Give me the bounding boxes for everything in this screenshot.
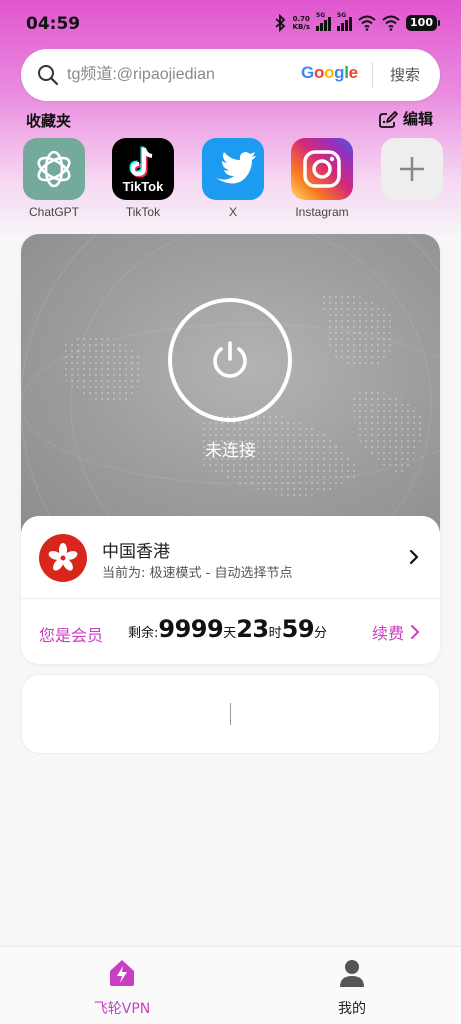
svg-text:TikTok: TikTok [123, 179, 164, 194]
nav-label-home: 飞轮VPN [93, 1001, 151, 1017]
status-bar: 04:59 0.70 KB/s 5G 5G 100 [0, 0, 461, 48]
renew-label: 续费 [371, 624, 404, 643]
favorite-label: Instagram [295, 205, 349, 219]
person-icon [340, 960, 364, 987]
member-status: 您是会员 [39, 626, 104, 645]
status-icons: 0.70 KB/s 5G 5G 100 [273, 12, 440, 32]
remaining-prefix: 剩余: [128, 626, 159, 641]
hong-kong-flag-icon [39, 534, 87, 582]
renew-button[interactable]: 续费 [372, 620, 420, 644]
favorite-label: ChatGPT [28, 205, 79, 219]
nav-item-home[interactable]: 飞轮VPN [67, 957, 177, 1018]
signal-icon-sim2: 5G [337, 12, 353, 31]
vpn-hero: 未连接 [21, 234, 440, 534]
edit-icon [379, 110, 398, 128]
nav-label-profile: 我的 [338, 1001, 366, 1017]
wifi-icon-secondary [382, 15, 400, 31]
search-icon [38, 65, 59, 86]
search-divider [372, 62, 373, 88]
favorite-instagram[interactable]: Instagram [287, 138, 357, 219]
favorites-title: 收藏夹 [26, 112, 72, 130]
remaining-minutes: 59 [281, 615, 315, 643]
info-divider [21, 598, 440, 599]
wifi-icon [358, 15, 376, 31]
vpn-card: 未连接 中国香港 当前为: 极速模式 - 自动选择节点 您是会员 剩余: 999… [21, 234, 440, 664]
search-bar[interactable]: Google 搜索 [21, 49, 440, 101]
battery-icon: 100 [406, 15, 440, 31]
bottom-navigation: 飞轮VPN 我的 [0, 946, 461, 1024]
sim2-network-tag: 5G [337, 12, 347, 19]
instagram-icon [291, 138, 353, 200]
chevron-right-icon [409, 549, 419, 565]
favorite-tiktok[interactable]: TikTok TikTok [108, 138, 178, 219]
twitter-bird-icon [202, 138, 264, 200]
favorite-label: TikTok [125, 205, 161, 219]
status-time: 04:59 [26, 14, 81, 34]
mode-description: 当前为: 极速模式 - 自动选择节点 [102, 566, 293, 581]
region-name: 中国香港 [102, 542, 170, 562]
tiktok-icon: TikTok [112, 138, 174, 200]
sim1-network-tag: 5G [316, 12, 326, 19]
signal-icon-sim1: 5G [316, 12, 332, 31]
chatgpt-icon [23, 138, 85, 200]
favorite-label: X [228, 205, 237, 219]
region-selector[interactable]: 中国香港 当前为: 极速模式 - 自动选择节点 [21, 516, 440, 598]
ad-placeholder-card[interactable] [21, 674, 440, 754]
nav-item-profile[interactable]: 我的 [297, 957, 407, 1018]
search-input[interactable] [67, 63, 302, 87]
days-unit: 天 [223, 626, 237, 641]
edit-favorites-button[interactable]: 编辑 [377, 108, 433, 129]
search-button[interactable]: 搜索 [383, 64, 427, 85]
minutes-unit: 分 [314, 626, 328, 641]
placeholder-cursor [230, 703, 231, 725]
home-icon [110, 960, 134, 986]
network-speed: 0.70 KB/s [293, 15, 310, 31]
add-favorite-button[interactable] [377, 138, 447, 200]
connection-status: 未连接 [205, 441, 256, 461]
network-speed-unit: KB/s [292, 23, 311, 31]
bluetooth-icon [274, 14, 285, 32]
power-button[interactable] [168, 298, 292, 422]
remaining-days: 9999 [158, 615, 224, 643]
google-logo[interactable]: Google [301, 63, 358, 83]
remaining-hours: 23 [236, 615, 269, 643]
vpn-info-panel: 中国香港 当前为: 极速模式 - 自动选择节点 您是会员 剩余: 9999 天 … [21, 516, 440, 664]
remaining-time: 剩余: 9999 天 23 时 59 分 [128, 615, 327, 643]
hours-unit: 时 [268, 626, 282, 641]
favorite-x[interactable]: X [198, 138, 268, 219]
chevron-right-icon [411, 625, 419, 639]
plus-icon [381, 138, 443, 200]
power-icon [213, 341, 247, 378]
favorite-chatgpt[interactable]: ChatGPT [19, 138, 89, 219]
edit-label: 编辑 [403, 110, 434, 128]
network-speed-value: 0.70 [292, 15, 310, 23]
